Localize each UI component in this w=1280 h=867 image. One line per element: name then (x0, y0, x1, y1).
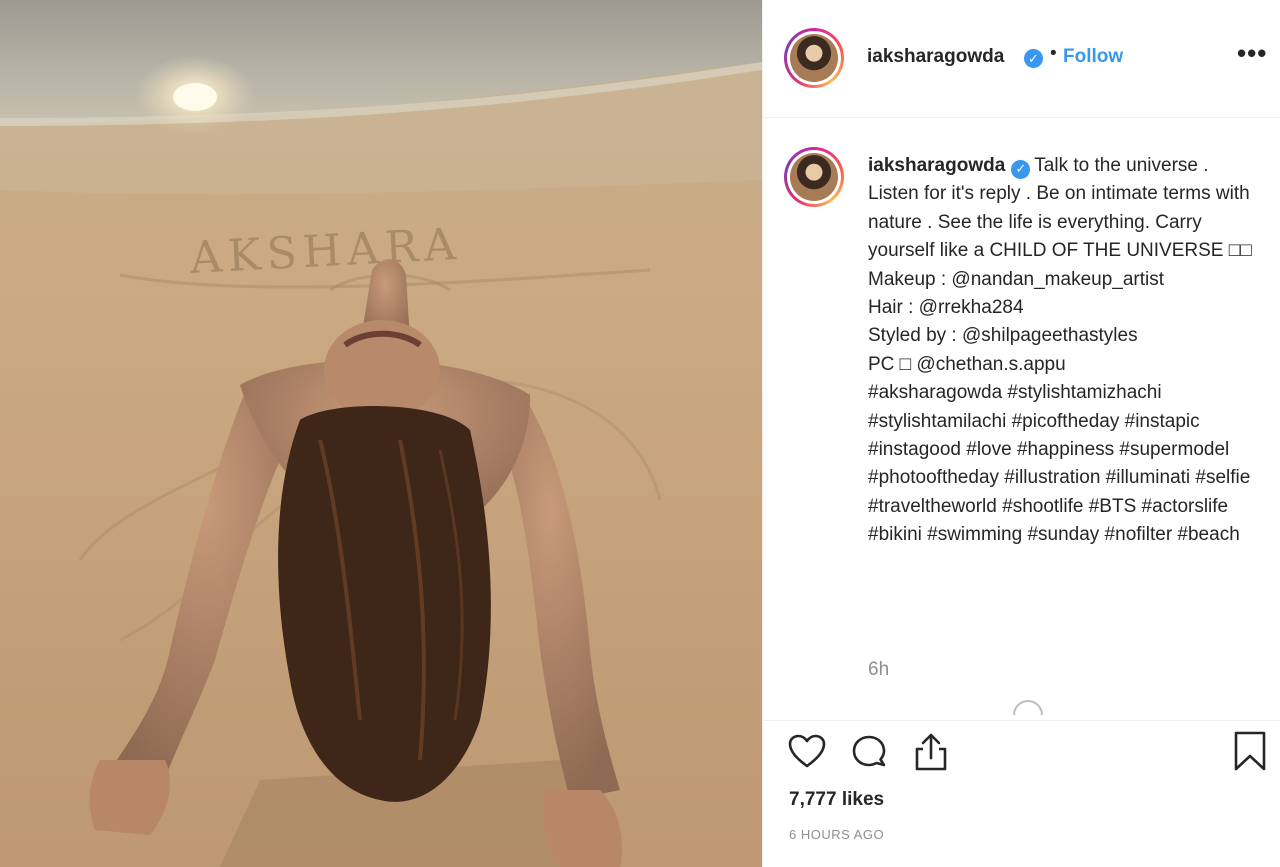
more-options-icon[interactable]: ••• (1237, 38, 1267, 69)
heart-icon[interactable] (787, 732, 827, 772)
avatar[interactable] (784, 28, 844, 88)
caption-text-block: iaksharagowda ✓ Talk to the universe . Lis… (868, 152, 1256, 550)
post-side-panel: iaksharagowda ✓ • Follow ••• iaksharagow… (762, 0, 1280, 867)
bookmark-icon[interactable] (1233, 730, 1267, 772)
caption-area: iaksharagowda ✓ Talk to the universe . Lis… (763, 118, 1280, 720)
loading-spinner-icon (1006, 693, 1050, 720)
share-icon[interactable] (911, 731, 951, 773)
caption-avatar[interactable] (784, 147, 844, 207)
caption-time: 6h (868, 659, 890, 680)
verified-badge-icon: ✓ (1024, 49, 1043, 68)
instagram-post: AKSHARA iaksharagowda ✓ • Follow ••• iak… (0, 0, 1280, 867)
action-bar: 7,777 likes 6 HOURS AGO (763, 720, 1280, 867)
post-timestamp[interactable]: 6 HOURS AGO (789, 827, 884, 842)
post-photo[interactable]: AKSHARA (0, 0, 762, 867)
beach-scene: AKSHARA (0, 0, 762, 867)
comment-icon[interactable] (849, 732, 889, 772)
follow-button[interactable]: Follow (1063, 46, 1123, 68)
verified-badge-icon: ✓ (1011, 159, 1031, 179)
likes-count[interactable]: 7,777 likes (789, 789, 884, 811)
caption-text: Talk to the universe . Listen for it's r… (868, 155, 1252, 546)
caption-username[interactable]: iaksharagowda (868, 155, 1005, 176)
avatar-photo (790, 34, 838, 82)
separator-dot: • (1050, 43, 1057, 64)
header-username[interactable]: iaksharagowda (867, 46, 1004, 68)
avatar-photo (790, 153, 838, 201)
post-header: iaksharagowda ✓ • Follow ••• (763, 0, 1280, 118)
